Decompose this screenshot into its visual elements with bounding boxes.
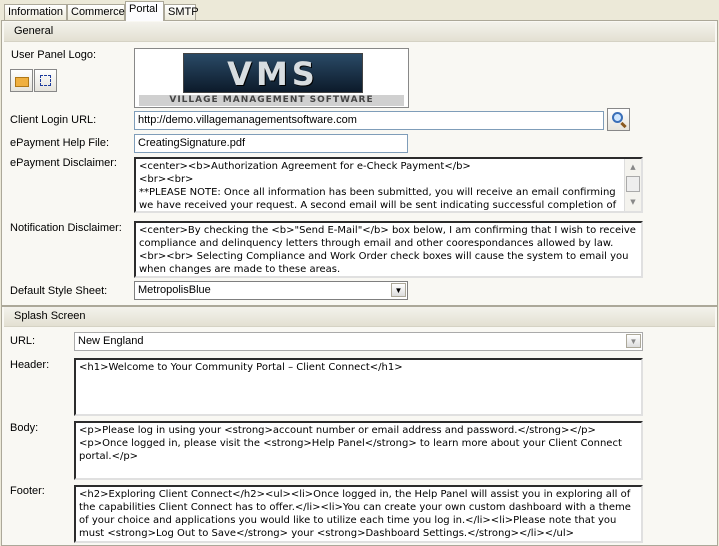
disclaimer-text: <center><b>Authorization Agreement for e… <box>139 161 617 211</box>
select-rect-icon <box>40 75 51 86</box>
header-label: Header: <box>10 359 50 371</box>
style-sheet-value: MetropolisBlue <box>138 284 211 296</box>
logo-mark: VMS <box>183 53 363 93</box>
url-value: New England <box>78 335 144 347</box>
url-select[interactable]: New England ▼ <box>74 332 643 351</box>
general-title: General <box>14 25 54 37</box>
client-login-url-input[interactable]: http://demo.villagemanagementsoftware.co… <box>134 111 604 130</box>
splash-header: Splash Screen <box>4 307 715 327</box>
tab-information[interactable]: Information <box>4 4 67 21</box>
folder-open-icon <box>15 77 29 87</box>
footer-label: Footer: <box>10 485 45 497</box>
chevron-down-icon[interactable]: ▼ <box>626 334 641 348</box>
style-sheet-label: Default Style Sheet: <box>10 285 108 297</box>
header-textarea[interactable]: <h1>Welcome to Your Community Portal – C… <box>74 358 643 416</box>
disclaimer-scrollbar[interactable]: ▲ ▼ <box>624 159 641 211</box>
disclaimer-textarea[interactable]: <center><b>Authorization Agreement for e… <box>134 157 643 213</box>
client-login-url-label: Client Login URL: <box>10 114 97 126</box>
logo-image: VMS VILLAGE MANAGEMENT SOFTWARE <box>134 48 409 108</box>
logo-subtitle: VILLAGE MANAGEMENT SOFTWARE <box>139 95 404 106</box>
logo-label: User Panel Logo: <box>11 49 96 61</box>
open-logo-button[interactable] <box>10 69 33 92</box>
url-label: URL: <box>10 335 36 347</box>
help-file-label: ePayment Help File: <box>10 137 110 149</box>
disclaimer-label: ePayment Disclaimer: <box>10 157 117 169</box>
tab-commerce[interactable]: Commerce <box>67 4 125 21</box>
notification-textarea[interactable]: <center>By checking the <b>"Send E-Mail"… <box>134 221 643 278</box>
clear-logo-button[interactable] <box>34 69 57 92</box>
body-textarea[interactable]: <p>Please log in using your <strong>acco… <box>74 421 643 480</box>
body-label: Body: <box>10 422 39 434</box>
tab-smtp[interactable]: SMTP <box>164 4 199 21</box>
style-sheet-select[interactable]: MetropolisBlue ▼ <box>134 281 408 300</box>
chevron-down-icon[interactable]: ▼ <box>391 283 406 297</box>
help-file-input[interactable]: CreatingSignature.pdf <box>134 134 408 153</box>
tab-portal[interactable]: Portal <box>125 1 164 21</box>
footer-textarea[interactable]: <h2>Exploring Client Connect</h2><ul><li… <box>74 485 643 543</box>
notification-label: Notification Disclaimer: <box>10 222 122 234</box>
splash-title: Splash Screen <box>14 310 86 322</box>
general-header: General <box>4 22 715 42</box>
search-url-button[interactable] <box>607 108 630 131</box>
